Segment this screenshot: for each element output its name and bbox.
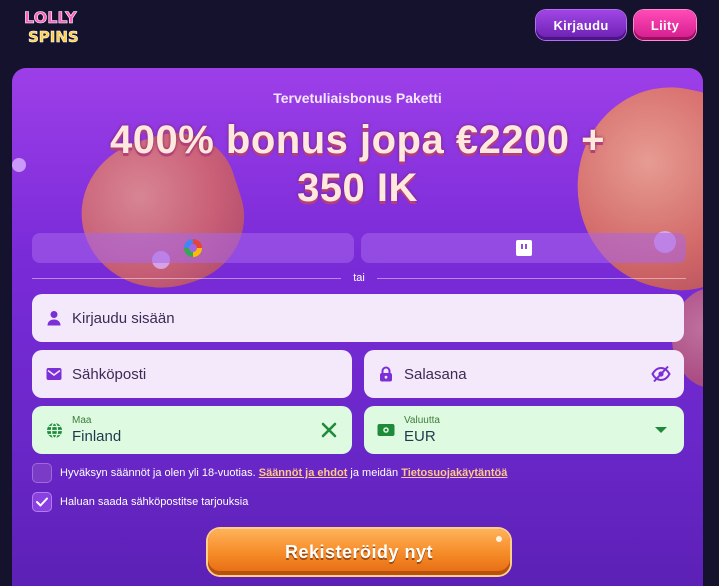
password-field[interactable]: Salasana [364,350,684,398]
terms-text-before: Hyväksyn säännöt ja olen yli 18-vuotias. [60,467,256,479]
currency-label: Valuutta [404,415,440,426]
email-field[interactable]: Sähköposti [32,350,352,398]
chevron-down-icon[interactable] [650,425,672,435]
country-content: Maa Finland [72,415,318,445]
rules-link[interactable]: Säännöt ja ehdot [259,467,348,479]
currency-field[interactable]: Valuutta EUR [364,406,684,454]
email-placeholder: Sähköposti [72,365,147,383]
top-bar: LOLLY SPINS Kirjaudu Liity [0,0,719,64]
currency-value: EUR [404,428,436,445]
checkmark-icon [36,497,48,507]
or-divider: tai [32,271,686,285]
headline-line-2: 350 IK [297,166,418,210]
marketing-row: Haluan saada sähköpostitse tarjouksia [32,492,248,512]
currency-content: Valuutta EUR [404,415,650,445]
terms-checkbox[interactable] [32,463,52,483]
google-icon [184,239,202,257]
country-label: Maa [72,415,92,426]
password-placeholder: Salasana [404,365,467,383]
divider-line [32,277,342,279]
terms-text: Hyväksyn säännöt ja olen yli 18-vuotias.… [60,467,507,479]
eye-off-icon[interactable] [650,365,672,383]
user-icon [45,309,63,327]
twitch-icon [515,240,532,256]
lolly-spins-logo[interactable]: LOLLY SPINS [22,6,92,46]
mail-icon [45,365,63,383]
register-label: Rekisteröidy nyt [284,541,434,562]
terms-text-middle: ja meidän [350,467,399,479]
terms-row: Hyväksyn säännöt ja olen yli 18-vuotias.… [32,463,507,483]
banknote-icon [377,421,395,439]
svg-text:SPINS: SPINS [28,28,79,46]
registration-panel: Tervetuliaisbonus Paketti 400% bonus jop… [12,68,703,586]
country-value: Finland [72,428,122,445]
twitch-signup-button[interactable] [361,233,686,263]
globe-icon [45,421,63,439]
register-button[interactable]: Rekisteröidy nyt [208,529,510,575]
clear-icon[interactable] [318,422,340,438]
name-field[interactable]: Kirjaudu sisään [32,294,684,342]
marketing-text: Haluan saada sähköpostitse tarjouksia [60,496,249,508]
promo-headline: 400% bonus jopa €2200 + 350 IK [12,116,703,212]
svg-text:LOLLY: LOLLY [24,8,77,27]
name-placeholder: Kirjaudu sisään [72,309,175,327]
marketing-checkbox[interactable] [32,492,52,512]
google-signup-button[interactable] [32,233,354,263]
promo-subtitle: Tervetuliaisbonus Paketti [273,90,442,106]
or-label: tai [353,272,365,284]
privacy-link[interactable]: Tietosuojakäytäntöä [401,467,507,479]
divider-line [376,277,686,279]
join-button[interactable]: Liity [634,10,696,40]
login-button[interactable]: Kirjaudu [536,10,626,40]
shine-decoration [496,536,502,542]
lock-icon [377,365,395,383]
headline-line-1: 400% bonus jopa €2200 + [109,118,606,162]
country-field[interactable]: Maa Finland [32,406,352,454]
